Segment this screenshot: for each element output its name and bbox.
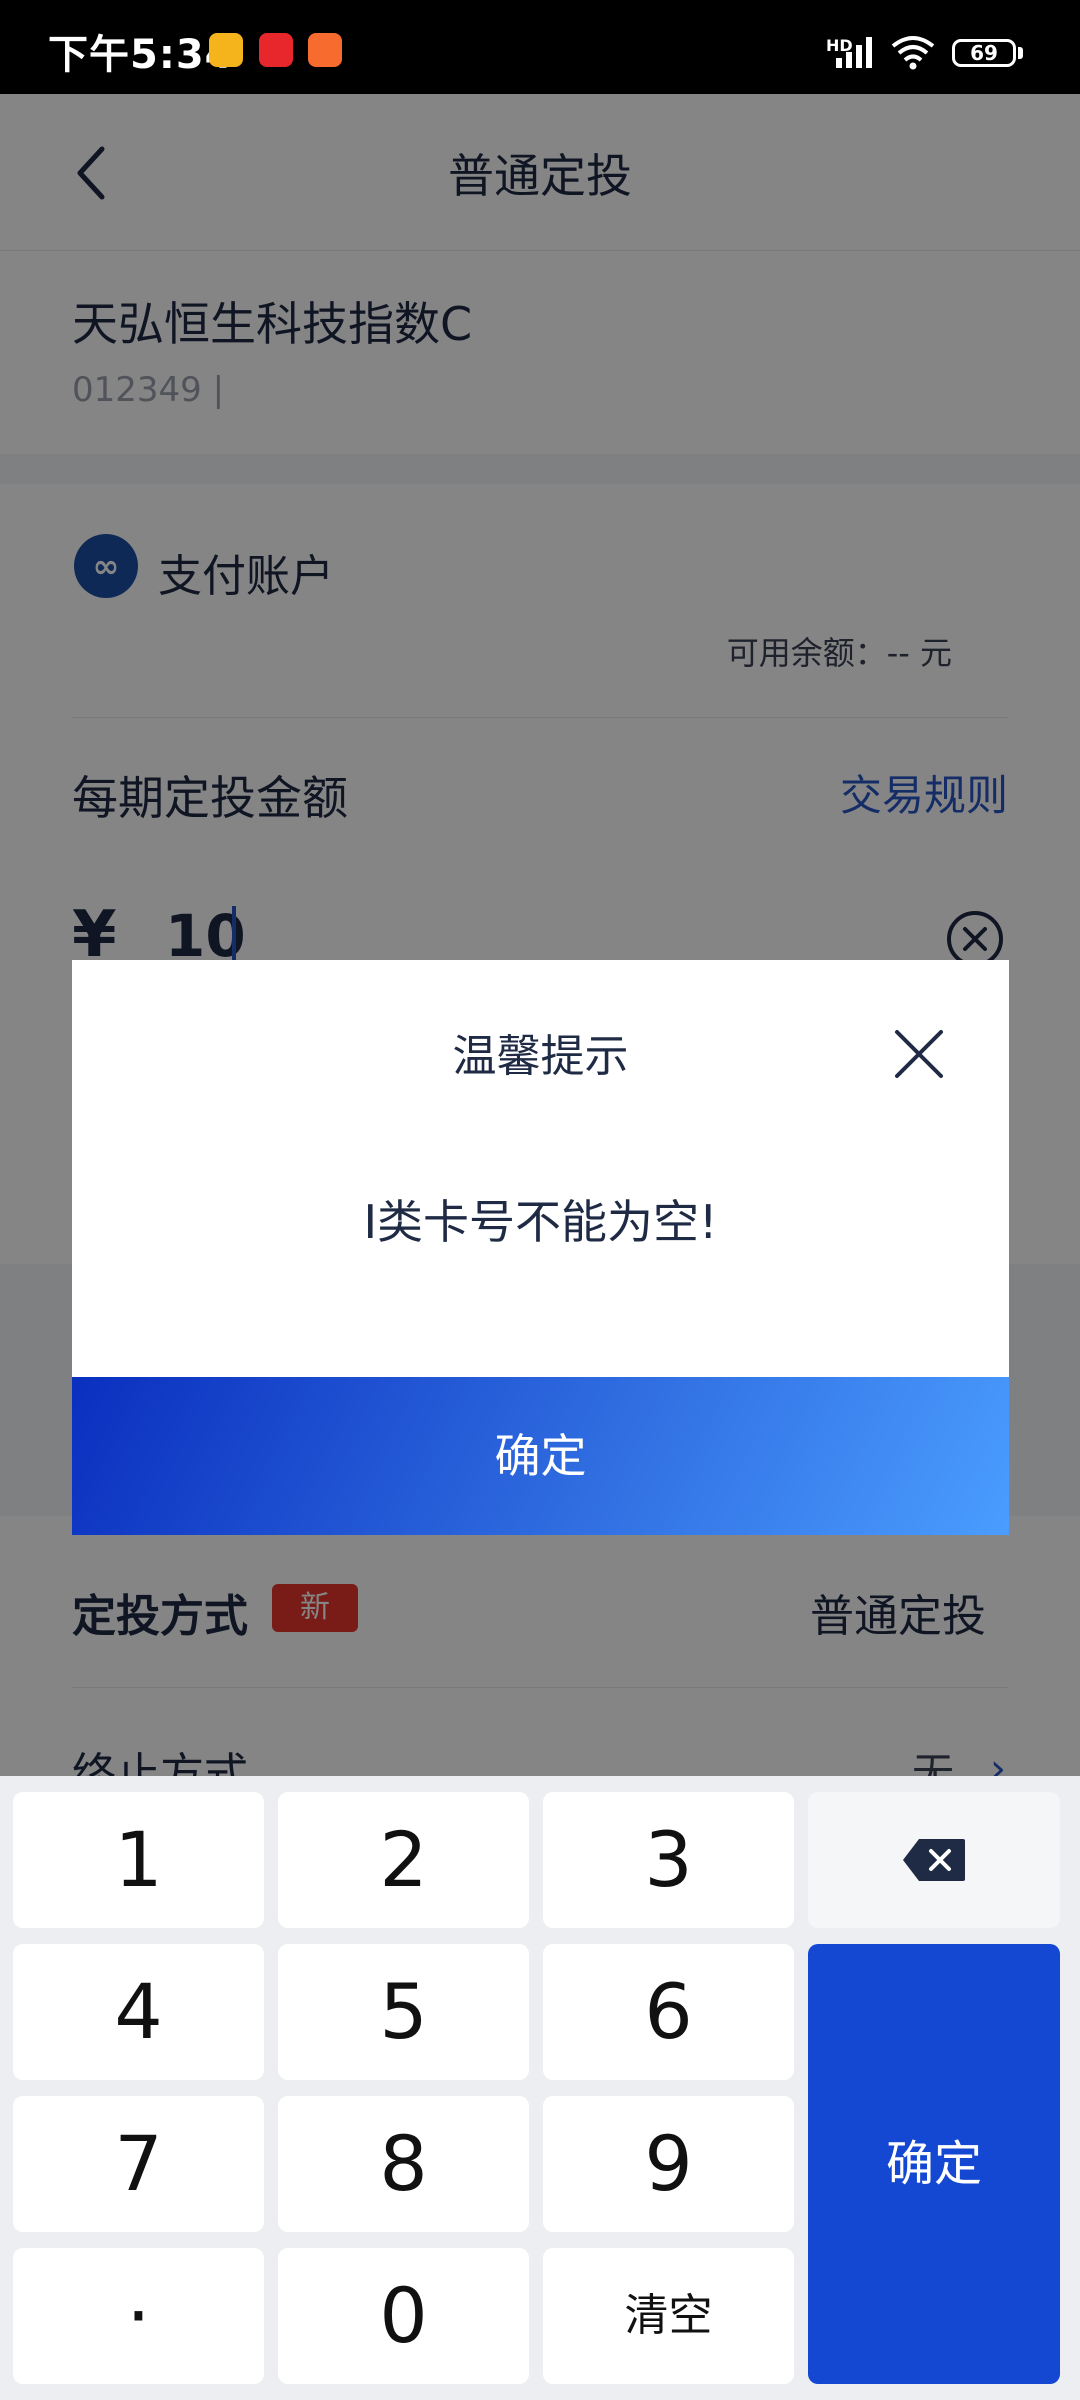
key-3[interactable]: 3	[543, 1792, 794, 1928]
dialog-title: 温馨提示	[452, 1031, 629, 1082]
close-icon[interactable]	[893, 1028, 945, 1080]
clear-key[interactable]: 清空	[543, 2248, 794, 2384]
battery-icon: 69	[952, 39, 1016, 67]
key-dot[interactable]: ·	[13, 2248, 264, 2384]
keyboard-confirm-button[interactable]: 确定	[808, 1944, 1060, 2384]
shopping-app-icon	[308, 33, 342, 67]
dialog-message: I类卡号不能为空!	[363, 1195, 718, 1249]
wifi-icon	[891, 36, 935, 70]
key-6[interactable]: 6	[543, 1944, 794, 2080]
signal-icon	[836, 37, 872, 68]
alert-dialog: 温馨提示 I类卡号不能为空! 确定	[72, 960, 1009, 1535]
backspace-key[interactable]	[808, 1792, 1060, 1928]
key-1[interactable]: 1	[13, 1792, 264, 1928]
weibo-app-icon	[209, 33, 243, 67]
battery-tip	[1018, 47, 1023, 59]
key-8[interactable]: 8	[278, 2096, 529, 2232]
key-5[interactable]: 5	[278, 1944, 529, 2080]
bank-app-icon	[259, 33, 293, 67]
key-4[interactable]: 4	[13, 1944, 264, 2080]
key-9[interactable]: 9	[543, 2096, 794, 2232]
key-0[interactable]: 0	[278, 2248, 529, 2384]
key-7[interactable]: 7	[13, 2096, 264, 2232]
status-time: 下午5:34	[48, 32, 234, 78]
backspace-icon	[903, 1839, 965, 1881]
key-2[interactable]: 2	[278, 1792, 529, 1928]
dialog-confirm-button[interactable]: 确定	[72, 1377, 1009, 1535]
